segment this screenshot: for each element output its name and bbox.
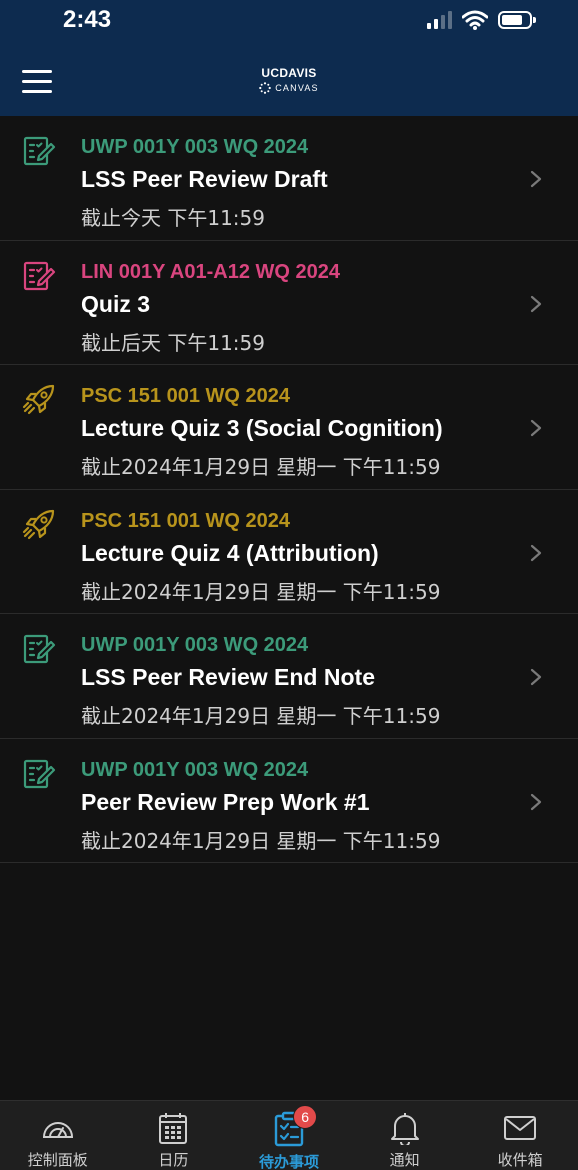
tab-label: 待办事项 bbox=[258, 1153, 319, 1170]
todo-item-2[interactable]: LIN 001Y A01-A12 WQ 2024 Quiz 3 截止后天 下午1… bbox=[0, 241, 578, 365]
quiz-rocket-icon bbox=[22, 383, 56, 417]
tab-label: 收件箱 bbox=[497, 1151, 543, 1169]
todo-due-date: 截止2024年1月29日 星期一 下午11:59 bbox=[81, 704, 441, 728]
chevron-right-icon bbox=[530, 419, 542, 437]
assignment-icon bbox=[22, 757, 56, 791]
top-bar: 2:43 UCDAVIS CANVAS bbox=[0, 0, 578, 116]
todo-item-1[interactable]: UWP 001Y 003 WQ 2024 LSS Peer Review Dra… bbox=[0, 116, 578, 241]
todo-title: LSS Peer Review Draft bbox=[81, 166, 328, 192]
todo-item-3[interactable]: PSC 151 001 WQ 2024 Lecture Quiz 3 (Soci… bbox=[0, 365, 578, 490]
assignment-icon bbox=[22, 632, 56, 666]
todo-title: Peer Review Prep Work #1 bbox=[81, 788, 370, 815]
status-icons bbox=[427, 8, 536, 32]
todo-count-badge: 6 bbox=[293, 1105, 318, 1129]
todo-course-name: PSC 151 001 WQ 2024 bbox=[81, 509, 291, 532]
todo-list: UWP 001Y 003 WQ 2024 LSS Peer Review Dra… bbox=[0, 116, 578, 863]
tab-bell[interactable]: 通知 bbox=[347, 1101, 463, 1170]
tab-label: 日历 bbox=[158, 1151, 189, 1169]
bell-icon bbox=[387, 1111, 423, 1145]
tab-dashboard[interactable]: 控制面板 bbox=[0, 1101, 116, 1170]
todo-title: Lecture Quiz 4 (Attribution) bbox=[81, 539, 379, 566]
tab-calendar[interactable]: 日历 bbox=[116, 1101, 232, 1170]
cellular-signal-icon bbox=[427, 11, 452, 29]
canvas-logo-icon bbox=[259, 82, 272, 94]
tab-mail[interactable]: 收件箱 bbox=[462, 1101, 578, 1170]
chevron-right-icon bbox=[530, 170, 542, 188]
dashboard-icon bbox=[40, 1111, 76, 1145]
chevron-right-icon bbox=[530, 668, 542, 686]
todo-due-date: 截止后天 下午11:59 bbox=[81, 330, 265, 355]
todo-title: Quiz 3 bbox=[81, 290, 151, 317]
todo-due-date: 截止今天 下午11:59 bbox=[81, 206, 265, 230]
todo-item-6[interactable]: UWP 001Y 003 WQ 2024 Peer Review Prep Wo… bbox=[0, 739, 578, 863]
chevron-right-icon bbox=[530, 544, 542, 561]
todo-due-date: 截止2024年1月29日 星期一 下午11:59 bbox=[81, 455, 441, 479]
todo-due-date: 截止2024年1月29日 星期一 下午11:59 bbox=[81, 579, 441, 604]
todo-title: LSS Peer Review End Note bbox=[81, 664, 375, 690]
chevron-right-icon bbox=[530, 295, 542, 312]
todo-course-name: UWP 001Y 003 WQ 2024 bbox=[81, 634, 309, 656]
todo-course-name: PSC 151 001 WQ 2024 bbox=[81, 385, 291, 407]
assignment-icon bbox=[22, 259, 56, 293]
tab-todo-clipboard[interactable]: 待办事项 6 bbox=[231, 1101, 347, 1170]
ucdavis-canvas-logo: UCDAVIS CANVAS bbox=[0, 66, 578, 94]
todo-course-name: UWP 001Y 003 WQ 2024 bbox=[81, 758, 309, 781]
mail-icon bbox=[502, 1111, 538, 1145]
quiz-rocket-icon bbox=[22, 508, 56, 542]
tab-label: 控制面板 bbox=[27, 1151, 88, 1169]
todo-item-4[interactable]: PSC 151 001 WQ 2024 Lecture Quiz 4 (Attr… bbox=[0, 490, 578, 614]
status-time: 2:43 bbox=[63, 6, 112, 33]
todo-item-5[interactable]: UWP 001Y 003 WQ 2024 LSS Peer Review End… bbox=[0, 614, 578, 739]
wifi-icon bbox=[462, 10, 488, 30]
todo-course-name: UWP 001Y 003 WQ 2024 bbox=[81, 136, 309, 158]
tab-label: 通知 bbox=[389, 1151, 420, 1169]
todo-due-date: 截止2024年1月29日 星期一 下午11:59 bbox=[81, 828, 441, 853]
calendar-icon bbox=[155, 1111, 191, 1145]
todo-course-name: LIN 001Y A01-A12 WQ 2024 bbox=[81, 260, 341, 283]
assignment-icon bbox=[22, 134, 56, 168]
battery-icon bbox=[498, 11, 536, 29]
canvas-todo-screen: 2:43 UCDAVIS CANVAS UWP 001Y 003 WQ 2024… bbox=[0, 0, 578, 1170]
todo-title: Lecture Quiz 3 (Social Cognition) bbox=[81, 415, 443, 441]
tab-bar: 控制面板 日历 待办事项 6 通知 收件箱 bbox=[0, 1100, 578, 1170]
chevron-right-icon bbox=[530, 793, 542, 810]
